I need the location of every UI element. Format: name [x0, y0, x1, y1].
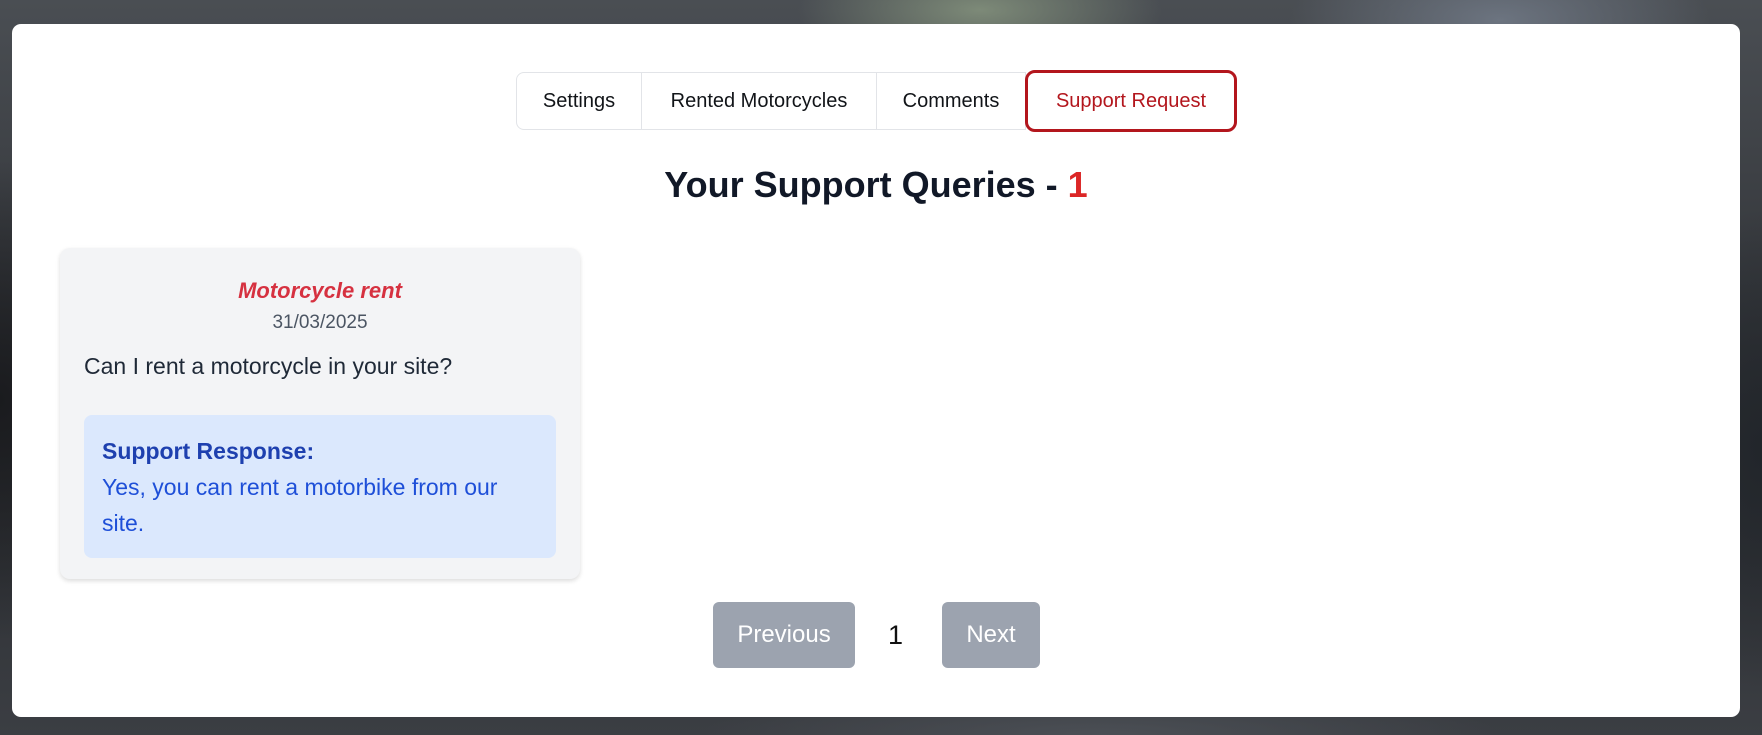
support-response-label: Support Response:: [102, 438, 315, 464]
tab-support-request[interactable]: Support Request: [1025, 70, 1237, 132]
support-response-text: Yes, you can rent a motorbike from our s…: [102, 474, 498, 536]
previous-page-button[interactable]: Previous: [713, 602, 855, 668]
query-date: 31/03/2025: [272, 312, 368, 333]
query-subject: Motorcycle rent: [238, 278, 402, 303]
query-question: Can I rent a motorcycle in your site?: [84, 353, 453, 379]
current-page-number: 1: [888, 619, 904, 650]
tab-rented-motorcycles[interactable]: Rented Motorcycles: [642, 72, 877, 130]
tab-comments[interactable]: Comments: [877, 72, 1026, 130]
query-count: 1: [1067, 164, 1088, 205]
main-panel: Settings Rented Motorcycles Comments Sup…: [12, 24, 1740, 717]
tab-settings[interactable]: Settings: [516, 72, 642, 130]
page-title-text: Your Support Queries -: [664, 164, 1068, 205]
profile-tabs: Settings Rented Motorcycles Comments Sup…: [516, 70, 1237, 132]
support-response-box: Support Response: Yes, you can rent a mo…: [84, 415, 556, 558]
next-page-button[interactable]: Next: [942, 602, 1040, 668]
pagination: Previous 1 Next: [12, 602, 1740, 668]
support-query-card: Motorcycle rent 31/03/2025 Can I rent a …: [60, 248, 580, 579]
page-title: Your Support Queries - 1: [12, 164, 1740, 206]
